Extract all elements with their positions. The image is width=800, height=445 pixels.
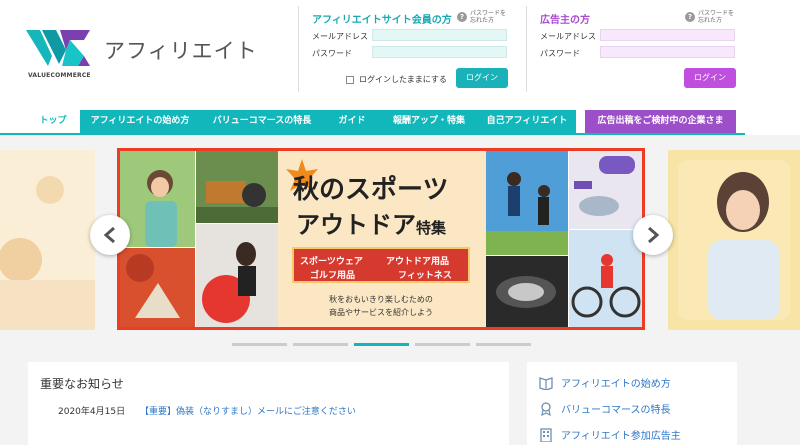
keep-login-checkbox[interactable]: ログインしたままにする (346, 74, 447, 85)
carousel-indicators (0, 343, 800, 347)
nav-item-guide[interactable]: ガイド (324, 110, 380, 133)
side-link-advertisers[interactable]: アフィリエイト参加広告主 (539, 427, 681, 442)
password-label: パスワード (312, 49, 352, 58)
side-link-label: アフィリエイトの始め方 (561, 379, 671, 390)
building-icon (540, 427, 552, 442)
question-icon: ? (457, 12, 467, 22)
advertiser-email-input[interactable] (600, 29, 735, 41)
advertiser-login-title: 広告主の方 (540, 15, 590, 26)
carousel-indicator-4[interactable] (415, 343, 470, 346)
next-slide-image (678, 160, 790, 320)
affiliate-login-button[interactable]: ログイン (456, 68, 508, 88)
carousel-prev-button[interactable] (90, 215, 130, 255)
side-link-label: バリューコマースの特長 (561, 405, 671, 416)
email-label: メールアドレス (312, 32, 368, 41)
affiliate-email-input[interactable] (372, 29, 507, 41)
forgot-password-text: パスワードを忘れた方 (698, 10, 735, 24)
side-links: アフィリエイトの始め方 バリューコマースの特長 アフィリエイト参加広告主 (527, 362, 737, 445)
nav-item-advertiser[interactable]: 広告出稿をご検討中の企業さま (585, 110, 736, 133)
category-fitness: フィットネス (398, 271, 452, 281)
camping-gear-photo (196, 151, 278, 223)
previous-slide[interactable] (0, 150, 95, 330)
advertiser-forgot-password-link[interactable]: ? パスワードを忘れた方 (685, 10, 738, 24)
running-couple-photo (486, 151, 568, 255)
carousel-indicator-1[interactable] (232, 343, 287, 346)
advertiser-password-input[interactable] (600, 46, 735, 58)
banner-description: 秋をおもいきり楽しむための 商品やサービスを紹介しよう (292, 293, 470, 319)
header: VALUECOMMERCE アフィリエイト アフィリエイトサイト会員の方 ? パ… (0, 0, 800, 108)
nav-underline (0, 133, 745, 135)
password-label: パスワード (540, 49, 580, 58)
banner-title-main: アウトドア (296, 210, 416, 239)
banner-title-line1: 秋のスポーツ (293, 175, 449, 205)
category-sportswear: スポーツウェア (300, 257, 363, 267)
category-outdoor: アウトドア用品 (386, 257, 450, 267)
carousel-next-button[interactable] (633, 215, 673, 255)
affiliate-login-panel: アフィリエイトサイト会員の方 ? パスワードを忘れた方 メールアドレス パスワー… (298, 6, 513, 92)
dumbbells-photo (569, 151, 642, 229)
banner-desc-line1: 秋をおもいきり楽しむための (329, 295, 433, 304)
affiliate-login-title: アフィリエイトサイト会員の方 (312, 15, 452, 26)
notices-title: 重要なお知らせ (40, 377, 124, 391)
keep-login-label: ログインしたままにする (359, 75, 447, 84)
advertiser-login-button[interactable]: ログイン (684, 68, 736, 88)
banner-desc-line2: 商品やサービスを紹介しよう (329, 308, 433, 317)
side-link-label: アフィリエイト参加広告主 (561, 431, 681, 442)
nav-item-features[interactable]: バリューコマースの特長 (200, 110, 324, 133)
logo-text: VALUECOMMERCE (28, 72, 91, 79)
featured-banner[interactable]: 秋のスポーツ アウトドア特集 スポーツウェア アウトドア用品 ゴルフ用品 フィッ… (117, 148, 645, 330)
carousel-indicator-2[interactable] (293, 343, 348, 346)
fitness-ball-photo (196, 224, 278, 327)
nav-item-reward-up[interactable]: 報酬アップ・特集 (380, 110, 478, 133)
important-notices: 重要なお知らせ 2020年4月15日 【重要】偽装（なりすまし）メールにご注意く… (28, 362, 509, 445)
valuecommerce-logo[interactable] (26, 26, 90, 70)
hero-carousel: 秋のスポーツ アウトドア特集 スポーツウェア アウトドア用品 ゴルフ用品 フィッ… (0, 148, 800, 333)
brand-name: アフィリエイト (104, 39, 258, 63)
affiliate-password-input[interactable] (372, 46, 507, 58)
category-golf: ゴルフ用品 (310, 271, 356, 281)
banner-title-area: 秋のスポーツ アウトドア特集 スポーツウェア アウトドア用品 ゴルフ用品 フィッ… (278, 151, 486, 327)
checkbox-icon[interactable] (346, 75, 354, 84)
cyclist-photo (569, 230, 642, 327)
banner-title-line2: アウトドア特集 (296, 205, 446, 240)
previous-slide-image (0, 176, 95, 330)
nav-item-self-affiliate[interactable]: 自己アフィリエイト (478, 110, 576, 133)
forgot-password-link[interactable]: ? パスワードを忘れた方 (457, 10, 510, 24)
question-icon: ? (685, 12, 695, 22)
carousel-indicator-3[interactable] (354, 343, 409, 346)
sneakers-photo (486, 256, 568, 327)
nav-item-getting-started[interactable]: アフィリエイトの始め方 (80, 110, 200, 133)
next-slide[interactable] (668, 150, 800, 330)
notice-link[interactable]: 【重要】偽装（なりすまし）メールにご注意ください (140, 404, 356, 417)
main-nav: トップ アフィリエイトの始め方 バリューコマースの特長 ガイド 報酬アップ・特集… (0, 108, 800, 135)
book-icon (539, 376, 553, 390)
chevron-right-icon (648, 226, 660, 244)
nav-item-top[interactable]: トップ (26, 110, 80, 133)
runner-woman-photo (120, 151, 195, 247)
email-label: メールアドレス (540, 32, 596, 41)
notice-date: 2020年4月15日 (58, 407, 126, 417)
side-link-features[interactable]: バリューコマースの特長 (539, 401, 671, 416)
banner-title-suffix: 特集 (416, 219, 447, 237)
side-link-getting-started[interactable]: アフィリエイトの始め方 (539, 375, 671, 390)
carousel-indicator-5[interactable] (476, 343, 531, 346)
forgot-password-text: パスワードを忘れた方 (470, 10, 507, 24)
award-icon (541, 401, 551, 416)
autumn-tent-photo (120, 248, 195, 327)
chevron-left-icon (103, 226, 115, 244)
category-box: スポーツウェア アウトドア用品 ゴルフ用品 フィットネス (292, 247, 470, 283)
advertiser-login-panel: 広告主の方 ? パスワードを忘れた方 メールアドレス パスワード ログイン (526, 6, 741, 92)
